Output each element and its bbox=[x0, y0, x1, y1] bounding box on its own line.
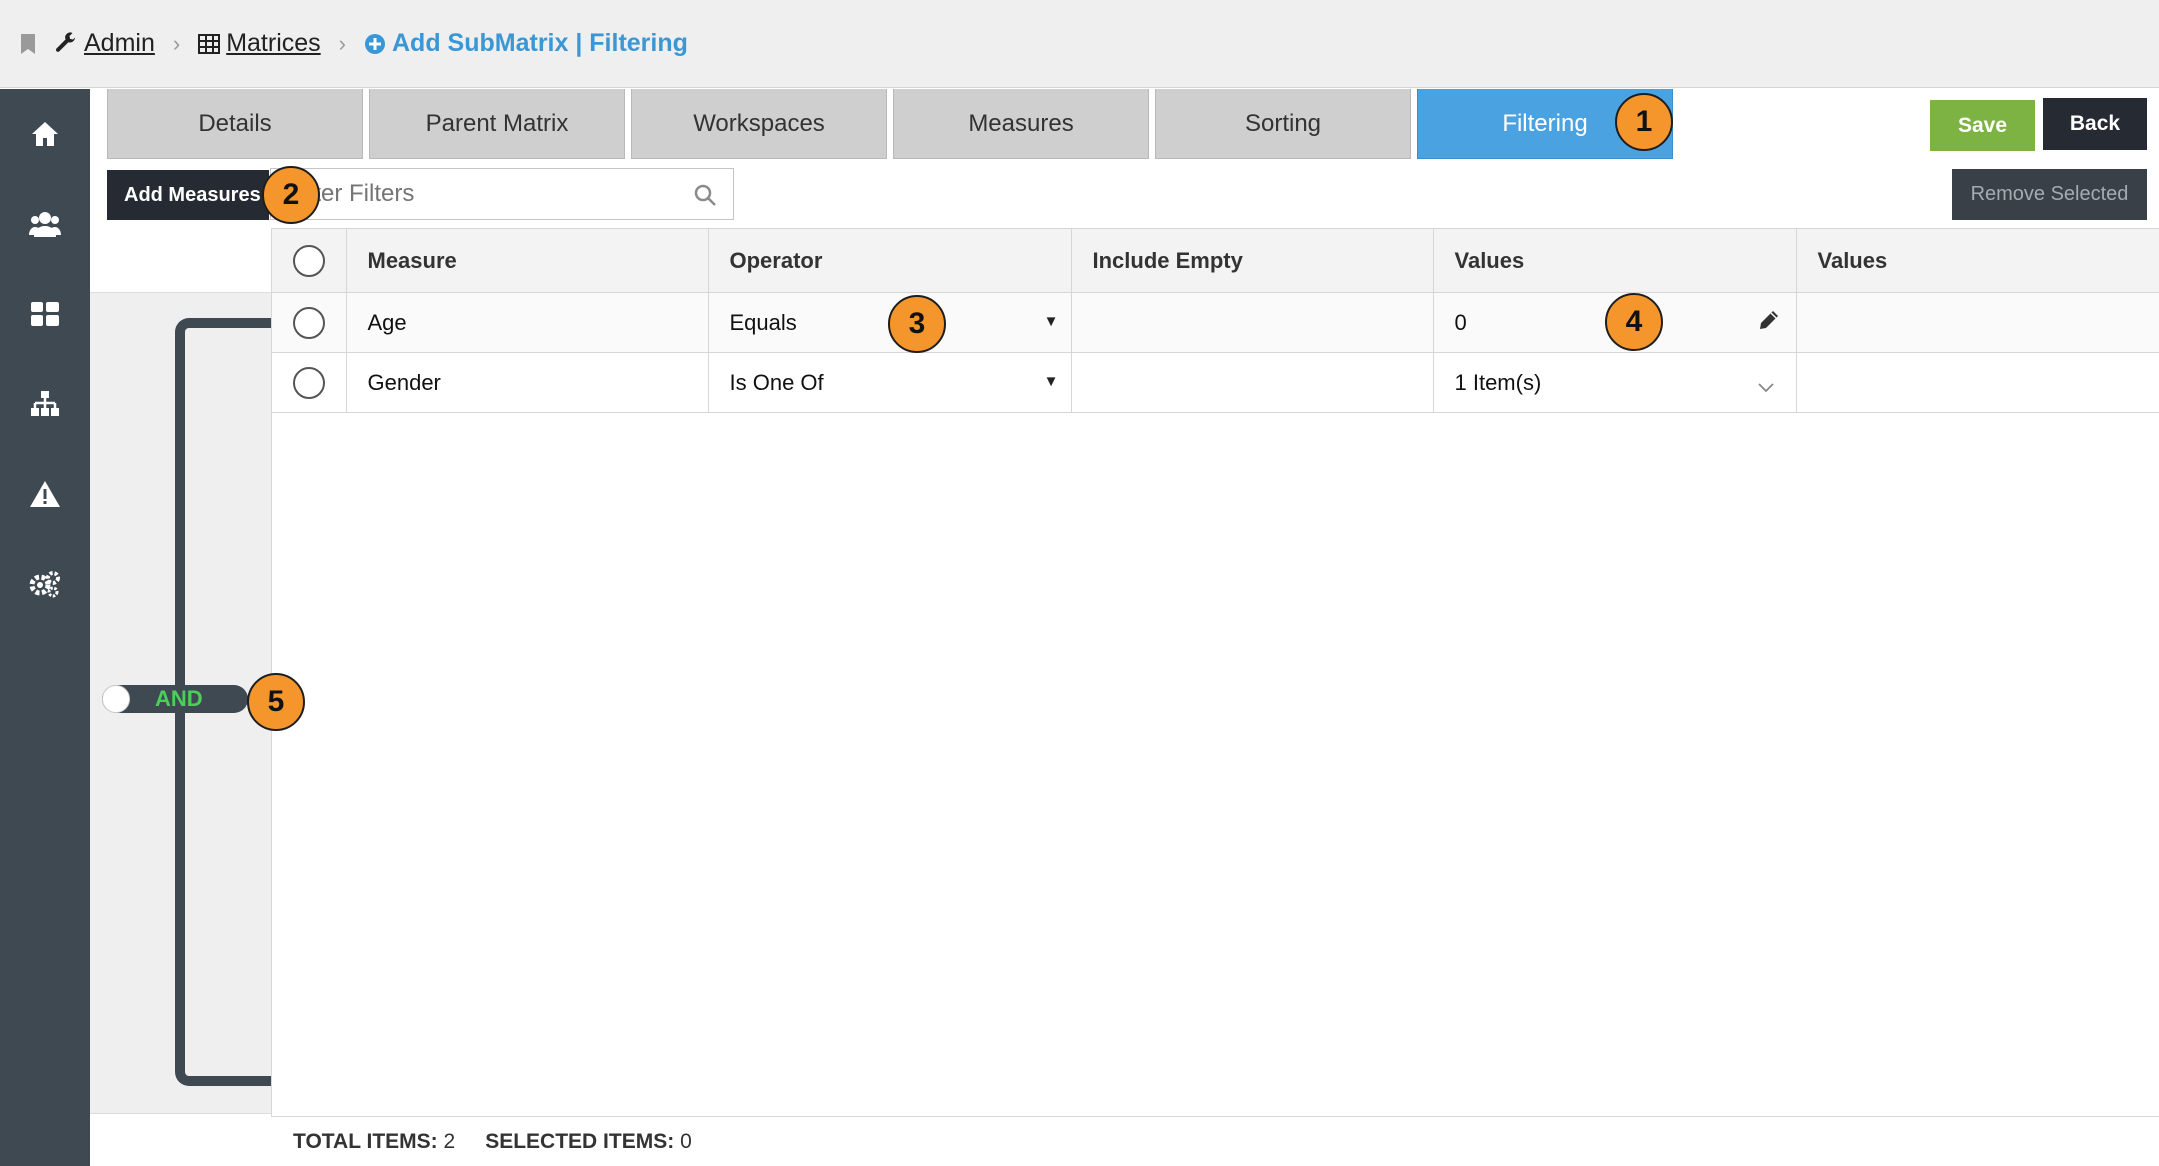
breadcrumb-current-label: Add SubMatrix | Filtering bbox=[392, 29, 688, 57]
column-header-values[interactable]: Values bbox=[1433, 228, 1797, 293]
wrench-icon bbox=[54, 31, 78, 56]
tab-sorting[interactable]: Sorting bbox=[1155, 89, 1411, 159]
filter-search bbox=[270, 168, 734, 220]
tab-workspaces[interactable]: Workspaces bbox=[631, 89, 887, 159]
breadcrumb-matrices-label: Matrices bbox=[226, 29, 321, 57]
row-checkbox[interactable] bbox=[272, 292, 347, 353]
nav-settings[interactable] bbox=[0, 541, 90, 631]
value-text: 1 Item(s) bbox=[1454, 369, 1542, 395]
row-checkbox[interactable] bbox=[272, 352, 347, 413]
column-header-operator[interactable]: Operator bbox=[708, 228, 1072, 293]
home-icon bbox=[31, 121, 59, 152]
callout-badge-5: 5 bbox=[247, 673, 305, 731]
breadcrumb-separator: › bbox=[338, 30, 346, 56]
measure-cell: Age bbox=[346, 292, 709, 353]
dashboard-icon bbox=[31, 301, 59, 331]
pencil-icon[interactable] bbox=[1758, 309, 1780, 337]
nav-dashboard[interactable] bbox=[0, 271, 90, 361]
filter-grid: Measure Operator Include Empty Values Va… bbox=[271, 228, 2159, 1116]
operator-value: Is One Of bbox=[729, 369, 824, 395]
tab-bar: Details Parent Matrix Workspaces Measure… bbox=[107, 89, 1673, 159]
callout-badge-4: 4 bbox=[1605, 293, 1663, 351]
nav-users[interactable] bbox=[0, 181, 90, 271]
breadcrumb-bar: Admin › Matrices › Add SubMatrix | Filte… bbox=[0, 0, 2159, 88]
table-header-row: Measure Operator Include Empty Values Va… bbox=[272, 228, 2159, 293]
bookmark-icon[interactable] bbox=[20, 33, 36, 54]
operator-value: Equals bbox=[729, 309, 797, 335]
total-items-label: TOTAL ITEMS: bbox=[293, 1129, 438, 1153]
breadcrumb-admin[interactable]: Admin bbox=[54, 29, 155, 58]
hierarchy-icon bbox=[31, 390, 59, 422]
nav-alerts[interactable] bbox=[0, 451, 90, 541]
column-header-include-empty[interactable]: Include Empty bbox=[1071, 228, 1434, 293]
selected-items-label: SELECTED ITEMS: bbox=[485, 1129, 675, 1153]
breadcrumb-matrices[interactable]: Matrices bbox=[198, 29, 321, 58]
column-header-values-2[interactable]: Values bbox=[1796, 228, 2159, 293]
sidebar-nav bbox=[0, 89, 90, 1166]
add-measures-button[interactable]: Add Measures bbox=[107, 170, 269, 220]
filter-search-input[interactable] bbox=[289, 180, 669, 208]
caret-down-icon: ▼ bbox=[1043, 373, 1059, 390]
caret-down-icon: ▼ bbox=[1043, 313, 1059, 330]
nav-hierarchy[interactable] bbox=[0, 361, 90, 451]
logic-operator-label: AND bbox=[155, 686, 203, 711]
grid-footer: TOTAL ITEMS: 2 SELECTED ITEMS: 0 bbox=[271, 1116, 2159, 1166]
measure-cell: Gender bbox=[346, 352, 709, 413]
include-empty-cell[interactable] bbox=[1071, 352, 1434, 413]
chevron-down-icon bbox=[1757, 373, 1774, 399]
nav-home[interactable] bbox=[0, 91, 90, 181]
warning-icon bbox=[30, 480, 60, 512]
plus-circle-icon bbox=[364, 33, 386, 55]
table-row: Age Equals ▼ 0 bbox=[272, 292, 2159, 353]
users-icon bbox=[29, 211, 61, 242]
save-button[interactable]: Save bbox=[1930, 100, 2035, 151]
extra-values-cell bbox=[1796, 292, 2159, 353]
callout-badge-3: 3 bbox=[888, 295, 946, 353]
back-button[interactable]: Back bbox=[2043, 98, 2147, 150]
tab-details[interactable]: Details bbox=[107, 89, 363, 159]
extra-values-cell bbox=[1796, 352, 2159, 413]
and-or-toggle[interactable]: AND bbox=[102, 685, 248, 713]
table-row: Gender Is One Of ▼ 1 Item(s) bbox=[272, 352, 2159, 413]
tab-parent-matrix[interactable]: Parent Matrix bbox=[369, 89, 625, 159]
table-icon bbox=[198, 33, 221, 54]
settings-icon bbox=[29, 570, 61, 603]
breadcrumb-current: Add SubMatrix | Filtering bbox=[364, 29, 688, 58]
column-header-measure[interactable]: Measure bbox=[346, 228, 709, 293]
breadcrumb-separator: › bbox=[172, 30, 181, 56]
toggle-knob bbox=[102, 685, 130, 713]
tab-measures[interactable]: Measures bbox=[893, 89, 1149, 159]
select-all-checkbox[interactable] bbox=[272, 228, 347, 293]
value-text: 0 bbox=[1454, 309, 1467, 335]
include-empty-cell[interactable] bbox=[1071, 292, 1434, 353]
callout-badge-1: 1 bbox=[1615, 93, 1673, 151]
search-icon[interactable] bbox=[693, 183, 717, 212]
total-items-value: 2 bbox=[443, 1129, 456, 1153]
remove-selected-button[interactable]: Remove Selected bbox=[1952, 169, 2147, 220]
operator-select[interactable]: Is One Of ▼ bbox=[708, 352, 1072, 413]
selected-items-value: 0 bbox=[680, 1129, 692, 1153]
value-dropdown[interactable]: 1 Item(s) bbox=[1433, 352, 1797, 413]
callout-badge-2: 2 bbox=[262, 166, 320, 224]
breadcrumb-admin-label: Admin bbox=[84, 29, 155, 57]
